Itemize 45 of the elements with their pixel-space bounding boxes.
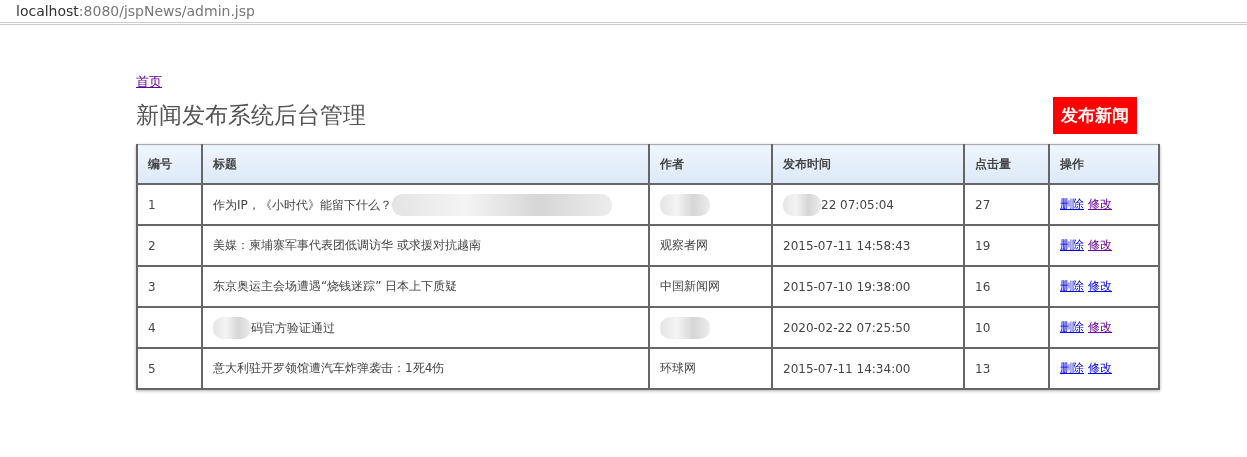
page-title: 新闻发布系统后台管理 <box>136 101 366 130</box>
news-title: 作为IP，《小时代》能留下什么？ <box>213 197 392 211</box>
news-title: 意大利驻开罗领馆遭汽车炸弹袭击：1死4伤 <box>213 361 445 375</box>
click-count-cell: 19 <box>964 225 1049 266</box>
id-cell: 2 <box>137 225 202 266</box>
id-cell: 4 <box>137 307 202 348</box>
news-title: 码官方验证通过 <box>251 320 335 334</box>
edit-link[interactable]: 修改 <box>1088 361 1112 375</box>
news-title: 东京奥运主会场遭遇“烧钱迷踪” 日本上下质疑 <box>213 279 458 293</box>
delete-link[interactable]: 删除 <box>1060 279 1084 293</box>
author-name: 观察者网 <box>660 238 708 252</box>
url-host: localhost <box>16 3 79 19</box>
delete-link[interactable]: 删除 <box>1060 320 1084 334</box>
publish-time: 2015-07-10 19:38:00 <box>783 279 911 294</box>
id-cell: 5 <box>137 348 202 389</box>
author-name: 环球网 <box>660 361 696 375</box>
column-header: 操作 <box>1049 144 1159 184</box>
id-cell: 1 <box>137 184 202 225</box>
column-header: 编号 <box>137 144 202 184</box>
publish-news-button[interactable]: 发布新闻 <box>1053 97 1137 134</box>
edit-link[interactable]: 修改 <box>1088 197 1112 211</box>
delete-link[interactable]: 删除 <box>1060 197 1084 211</box>
id-cell: 3 <box>137 266 202 307</box>
url-path: :8080/jspNews/admin.jsp <box>78 3 255 19</box>
column-header: 点击量 <box>964 144 1049 184</box>
delete-link[interactable]: 删除 <box>1060 361 1084 375</box>
column-header: 标题 <box>202 144 649 184</box>
edit-link[interactable]: 修改 <box>1088 279 1112 293</box>
edit-link[interactable]: 修改 <box>1088 238 1112 252</box>
publish-time: 22 07:05:04 <box>821 197 894 212</box>
publish-time: 2015-07-11 14:34:00 <box>783 361 911 376</box>
publish-time: 2015-07-11 14:58:43 <box>783 238 911 253</box>
column-header: 作者 <box>649 144 772 184</box>
click-count-cell: 16 <box>964 266 1049 307</box>
edit-link[interactable]: 修改 <box>1088 320 1112 334</box>
publish-time: 2020-02-22 07:25:50 <box>783 320 911 335</box>
home-link[interactable]: 首页 <box>136 74 162 89</box>
click-count-cell: 27 <box>964 184 1049 225</box>
address-bar[interactable]: localhost:8080/jspNews/admin.jsp <box>0 0 1247 25</box>
author-name: 中国新闻网 <box>660 279 720 293</box>
news-title: 美媒：柬埔寨军事代表团低调访华 或求援对抗越南 <box>213 238 481 252</box>
column-header: 发布时间 <box>772 144 964 184</box>
delete-link[interactable]: 删除 <box>1060 238 1084 252</box>
click-count-cell: 10 <box>964 307 1049 348</box>
click-count-cell: 13 <box>964 348 1049 389</box>
